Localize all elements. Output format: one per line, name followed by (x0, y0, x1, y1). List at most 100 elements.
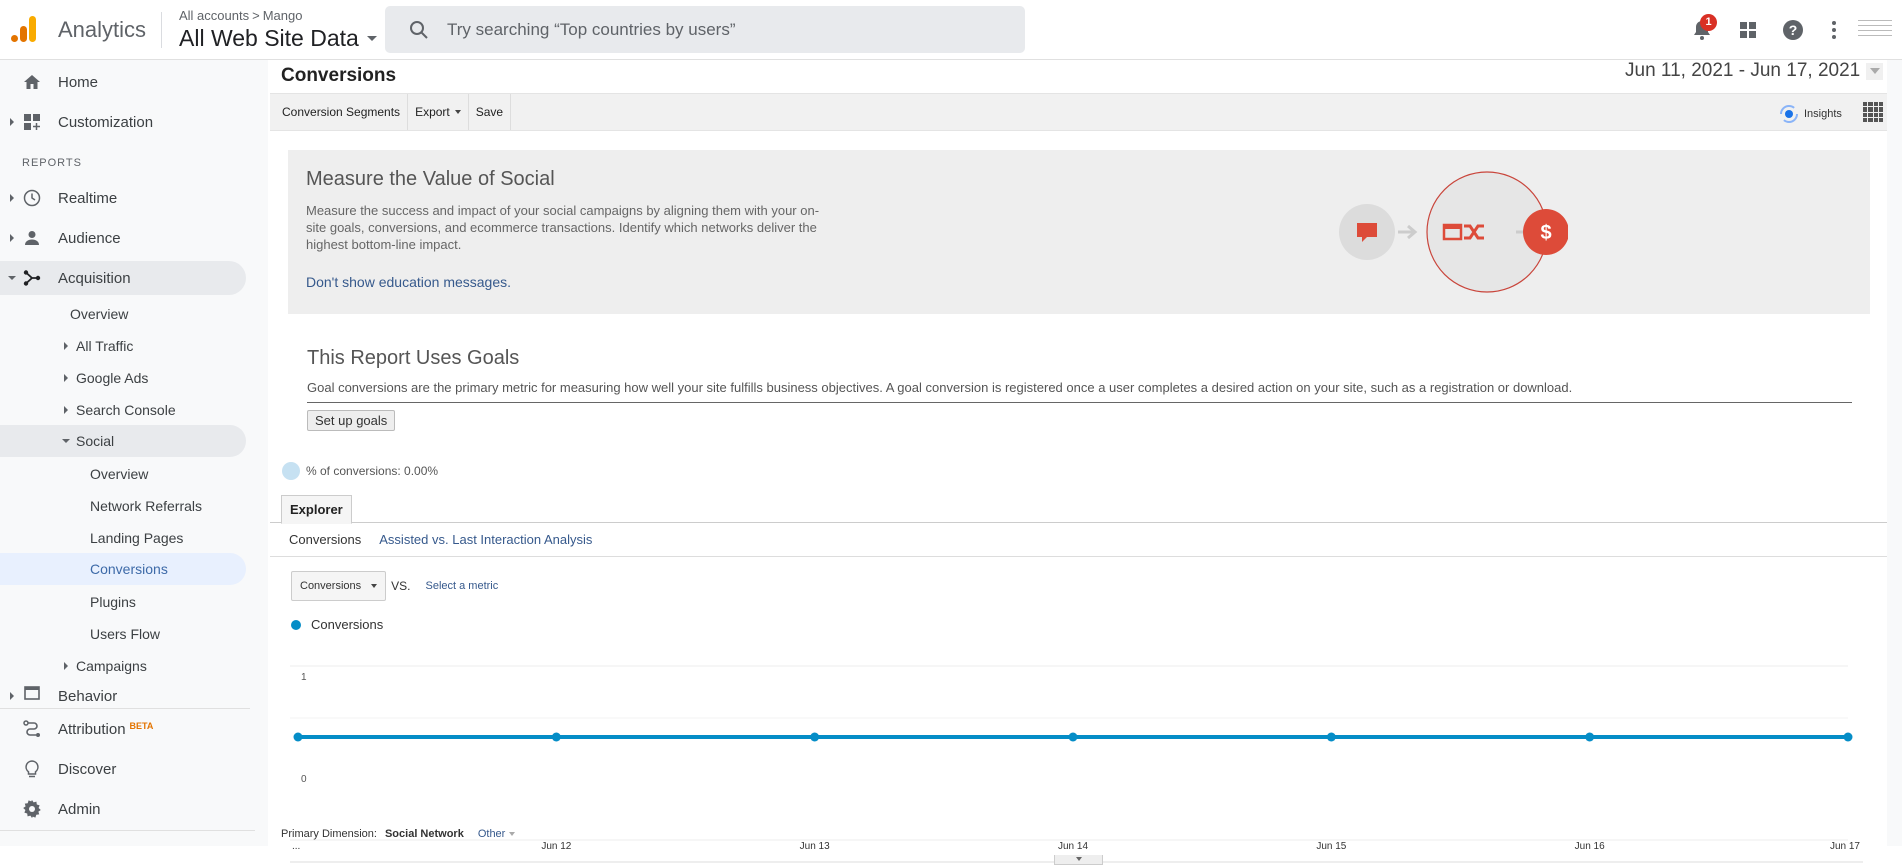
arrow-right-icon (1398, 224, 1418, 240)
report-toolbar: Conversion Segments Export Save Insights (270, 93, 1887, 131)
sidebar-item-attribution[interactable]: Attribution BETA (0, 712, 250, 746)
account-avatar[interactable] (1858, 16, 1892, 44)
search-input[interactable] (447, 19, 987, 40)
date-dropdown-icon[interactable] (1866, 62, 1884, 80)
help-icon: ? (1783, 20, 1803, 40)
set-up-goals-button[interactable]: Set up goals (307, 410, 396, 431)
caret-down-icon (1076, 857, 1082, 861)
sidebar-item-conversions[interactable]: Conversions (0, 553, 246, 585)
caret-down-icon (454, 110, 461, 114)
sidebar-item-label: Conversions (90, 561, 168, 577)
data-point (810, 732, 820, 742)
table-view-grid-icon[interactable] (1863, 102, 1883, 122)
sidebar-item-admin[interactable]: Admin (0, 792, 250, 826)
top-bar: Analytics All accounts > Mango All Web Sit… (0, 0, 1902, 60)
dismiss-education-link[interactable]: Don't show education messages. (306, 274, 511, 290)
customization-icon (22, 112, 42, 132)
sidebar-item-label: Network Referrals (90, 498, 203, 514)
sidebar-item-plugins[interactable]: Plugins (0, 585, 250, 619)
account-breadcrumb[interactable]: All accounts > Mango (179, 8, 302, 23)
sidebar-item-acquisition[interactable]: Acquisition (0, 261, 246, 295)
x-tick-label: Jun 15 (1316, 841, 1346, 852)
sidebar-item-label: Landing Pages (90, 530, 184, 546)
app-title: Analytics (58, 17, 147, 42)
clock-icon (22, 188, 42, 208)
attribution-icon (22, 719, 42, 739)
date-range-picker[interactable]: Jun 11, 2021 - Jun 17, 2021 (1625, 60, 1884, 82)
sidebar-item-search-console[interactable]: Search Console (0, 393, 250, 427)
percent-conversions-text: % of conversions: 0.00% (306, 464, 439, 478)
vs-label: VS. (391, 579, 411, 593)
sidebar-item-all-traffic[interactable]: All Traffic (0, 329, 250, 363)
sidebar-item-label: Attribution BETA (58, 721, 153, 738)
conversion-segments-button[interactable]: Conversion Segments (270, 94, 409, 130)
sidebar-item-google-ads[interactable]: Google Ads (0, 361, 250, 395)
education-body: Measure the success and impact of your s… (306, 203, 820, 252)
report-tabs: Explorer (270, 489, 1887, 524)
beta-badge: BETA (129, 720, 154, 731)
x-tick-label: Jun 14 (1058, 841, 1088, 852)
apps-button[interactable] (1736, 18, 1760, 42)
tab-explorer[interactable]: Explorer (281, 495, 352, 524)
sidebar-item-label: Customization (58, 113, 154, 131)
search-bar[interactable] (385, 6, 1025, 53)
subtab-conversions[interactable]: Conversions (289, 532, 361, 547)
sidebar-item-social-overview[interactable]: Overview (0, 457, 250, 491)
person-icon (22, 228, 42, 248)
data-point (1068, 732, 1078, 742)
divider (0, 708, 250, 709)
export-button[interactable]: Export (408, 94, 469, 130)
sidebar-item-discover[interactable]: Discover (0, 752, 250, 786)
sidebar-item-customization[interactable]: Customization (0, 105, 250, 139)
social-conversion-illustration: $ (1339, 171, 1568, 293)
help-button[interactable]: ? (1781, 18, 1805, 42)
sidebar-item-label: Overview (70, 306, 129, 322)
sidebar-item-users-flow[interactable]: Users Flow (0, 617, 250, 651)
home-icon (22, 72, 42, 92)
lightbulb-icon (22, 759, 42, 779)
divider (161, 12, 162, 48)
save-button[interactable]: Save (469, 94, 512, 130)
sidebar: Home Customization REPORTS Realtime Audi… (0, 60, 268, 846)
sidebar-item-landing-pages[interactable]: Landing Pages (0, 521, 250, 555)
subtab-assisted-vs-last[interactable]: Assisted vs. Last Interaction Analysis (379, 532, 592, 547)
collapse-arrow-icon (8, 276, 16, 280)
insights-button[interactable]: Insights (1778, 103, 1842, 125)
sidebar-item-realtime[interactable]: Realtime (0, 181, 250, 215)
attribution-label: Attribution (58, 720, 126, 738)
analytics-logo-icon[interactable] (10, 14, 40, 44)
primary-dimension-value[interactable]: Social Network (385, 828, 464, 840)
sidebar-item-behavior[interactable]: Behavior (0, 683, 250, 709)
caret-down-icon (371, 584, 378, 588)
metric-select[interactable]: Conversions (291, 571, 387, 601)
caret-down-icon (366, 36, 377, 41)
legend-label: Conversions (311, 617, 384, 632)
sidebar-item-label: Plugins (90, 594, 136, 610)
sidebar-item-campaigns[interactable]: Campaigns (0, 649, 250, 683)
x-tick-label: Jun 16 (1575, 841, 1605, 852)
expand-arrow-icon (10, 234, 14, 242)
caret-down-icon (509, 832, 516, 836)
data-point (1326, 732, 1336, 742)
expand-arrow-icon (10, 692, 14, 700)
more-options-button[interactable] (1822, 18, 1846, 42)
collapse-arrow-icon (62, 439, 70, 443)
sidebar-item-audience[interactable]: Audience (0, 221, 250, 255)
sidebar-item-network-referrals[interactable]: Network Referrals (0, 489, 250, 523)
other-dimension-dropdown[interactable]: Other (478, 828, 516, 840)
chart-expand-handle[interactable] (1054, 855, 1103, 865)
breadcrumb-property: Mango (262, 8, 303, 23)
primary-dimension-bar: Primary Dimension: Social Network Other (281, 828, 516, 840)
sidebar-item-label: Acquisition (58, 269, 131, 287)
page-scrollbar[interactable] (1887, 60, 1902, 846)
sidebar-item-social[interactable]: Social (0, 425, 246, 457)
view-selector[interactable]: All Web Site Data (179, 25, 377, 52)
sidebar-item-home[interactable]: Home (0, 65, 250, 99)
sidebar-item-acquisition-overview[interactable]: Overview (0, 297, 250, 331)
behavior-icon (22, 683, 42, 703)
divider (0, 830, 255, 831)
select-metric-link[interactable]: Select a metric (425, 580, 498, 592)
data-point (551, 732, 561, 742)
percent-conversions-summary: % of conversions: 0.00% (282, 462, 438, 480)
search-icon (410, 20, 428, 39)
